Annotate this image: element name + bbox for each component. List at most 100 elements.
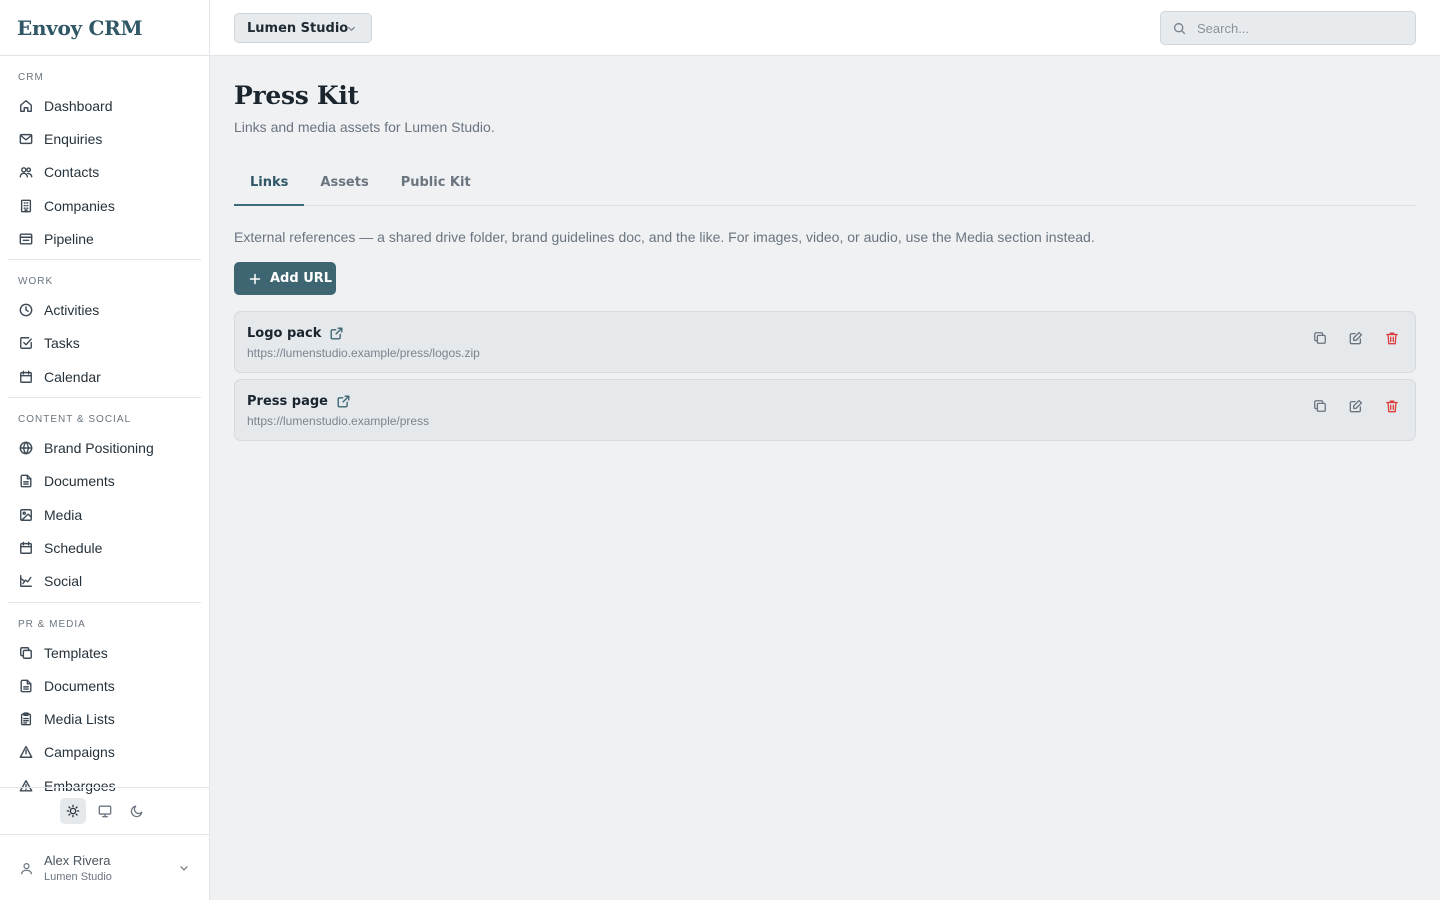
plus-icon — [249, 273, 261, 284]
link-title: Press page — [247, 394, 328, 409]
search-input[interactable] — [1197, 12, 1407, 44]
add-url-button[interactable]: Add URL — [234, 262, 336, 295]
link-url: https://lumenstudio.example/press — [247, 414, 430, 428]
copy-icon[interactable] — [1311, 329, 1329, 347]
add-url-label: Add URL — [270, 271, 333, 286]
sidebar-item-pr-documents[interactable]: Documents — [8, 669, 201, 702]
link-item-press-page: Press page https://lumenstudio.example/p… — [234, 379, 1416, 441]
sidebar-item-label: Pipeline — [44, 230, 94, 247]
nav-section-pr-media: PR & MEDIA Templates Documents Media Lis… — [8, 603, 201, 806]
sidebar-item-media-lists[interactable]: Media Lists — [8, 702, 201, 735]
sidebar-item-label: Documents — [44, 473, 115, 490]
sidebar-item-templates[interactable]: Templates — [8, 636, 201, 669]
sidebar-item-social[interactable]: Social — [8, 565, 201, 598]
sidebar-item-label: Contacts — [44, 164, 100, 181]
copy-icon[interactable] — [1311, 397, 1329, 415]
calendar-icon — [20, 541, 32, 554]
user-menu[interactable]: Alex Rivera Lumen Studio — [0, 836, 209, 900]
sidebar-item-calendar[interactable]: Calendar — [8, 360, 201, 393]
document-icon — [20, 679, 32, 693]
sidebar-item-label: Activities — [44, 302, 100, 319]
section-title: PR & MEDIA — [18, 618, 86, 630]
edit-icon[interactable] — [1347, 397, 1365, 415]
user-icon — [21, 862, 32, 874]
chart-icon — [20, 575, 32, 588]
sidebar-item-enquiries[interactable]: Enquiries — [8, 122, 201, 155]
sidebar-item-label: Documents — [44, 677, 115, 694]
link-url: https://lumenstudio.example/press/logos.… — [247, 346, 480, 360]
sidebar-item-label: Schedule — [44, 539, 103, 556]
sidebar: Envoy CRM CRM Dashboard Enquiries Contac… — [0, 0, 210, 900]
section-title: CONTENT & SOCIAL — [18, 414, 132, 426]
link-actions — [1311, 329, 1401, 347]
workspace-name: Lumen Studio — [247, 20, 349, 36]
sidebar-item-label: Social — [44, 573, 83, 590]
brand-logo[interactable]: Envoy CRM — [0, 0, 209, 56]
links-description: External references — a shared drive fol… — [234, 229, 1095, 245]
users-icon — [19, 167, 33, 178]
user-name: Alex Rivera — [44, 853, 111, 868]
sidebar-item-brand-positioning[interactable]: Brand Positioning — [8, 431, 201, 464]
link-title: Logo pack — [247, 326, 322, 341]
external-link-icon[interactable] — [330, 327, 343, 340]
tab-assets[interactable]: Assets — [304, 168, 384, 206]
trash-icon[interactable] — [1383, 397, 1401, 415]
external-link-icon[interactable] — [337, 395, 350, 408]
tab-links[interactable]: Links — [234, 168, 305, 206]
triangle-icon — [19, 746, 33, 759]
tab-bar: Links Assets Public Kit — [234, 168, 1416, 206]
theme-switcher — [0, 787, 209, 835]
building-icon — [20, 199, 32, 212]
link-actions — [1311, 397, 1401, 415]
sidebar-item-contacts[interactable]: Contacts — [8, 156, 201, 189]
sidebar-item-label: Companies — [44, 197, 115, 214]
sidebar-item-campaigns[interactable]: Campaigns — [8, 736, 201, 769]
sidebar-item-label: Brand Positioning — [44, 440, 154, 457]
document-icon — [20, 474, 32, 488]
nav-section-crm: CRM Dashboard Enquiries Contacts Compani… — [8, 56, 201, 261]
search-icon — [1173, 22, 1186, 35]
sidebar-item-companies[interactable]: Companies — [8, 189, 201, 222]
nav-section-content-social: CONTENT & SOCIAL Brand Positioning Docum… — [8, 398, 201, 603]
sidebar-item-label: Tasks — [44, 335, 80, 352]
globe-icon — [19, 441, 33, 455]
brand-name: Envoy CRM — [17, 15, 143, 40]
tab-public-kit[interactable]: Public Kit — [385, 168, 487, 206]
theme-light-button[interactable] — [59, 798, 86, 824]
edit-icon[interactable] — [1347, 329, 1365, 347]
page-subtitle: Links and media assets for Lumen Studio. — [234, 119, 495, 135]
theme-dark-button[interactable] — [124, 798, 150, 824]
page-title: Press Kit — [234, 81, 359, 110]
trash-icon[interactable] — [1383, 329, 1401, 347]
monitor-icon — [98, 805, 111, 818]
clock-icon — [19, 303, 33, 317]
chevron-down-icon — [348, 26, 355, 31]
user-meta: Alex Rivera Lumen Studio — [44, 853, 112, 883]
search-box — [1160, 11, 1416, 45]
mail-icon — [19, 133, 33, 145]
sidebar-item-label: Dashboard — [44, 97, 113, 114]
nav-section-work: WORK Activities Tasks Calendar — [8, 260, 201, 399]
sidebar-item-media[interactable]: Media — [8, 498, 201, 531]
sidebar-item-label: Enquiries — [44, 130, 103, 147]
chevron-down-icon — [180, 866, 188, 871]
sidebar-item-dashboard[interactable]: Dashboard — [8, 89, 201, 122]
sidebar-item-label: Campaigns — [44, 744, 115, 761]
section-title: CRM — [18, 72, 44, 83]
sidebar-item-pipeline[interactable]: Pipeline — [8, 222, 201, 255]
theme-system-button[interactable] — [92, 798, 118, 824]
image-icon — [20, 508, 32, 521]
home-icon — [20, 99, 32, 112]
sidebar-item-documents[interactable]: Documents — [8, 465, 201, 498]
workspace-switcher[interactable]: Lumen Studio — [234, 13, 372, 43]
clipboard-icon — [20, 712, 32, 726]
topbar: Lumen Studio — [210, 0, 1440, 56]
sidebar-item-label: Calendar — [44, 368, 101, 385]
sidebar-item-label: Media Lists — [44, 711, 115, 728]
main-content: Press Kit Links and media assets for Lum… — [234, 56, 1416, 441]
link-item-logo-pack: Logo pack https://lumenstudio.example/pr… — [234, 311, 1416, 373]
sidebar-item-activities[interactable]: Activities — [8, 293, 201, 326]
sidebar-item-tasks[interactable]: Tasks — [8, 327, 201, 360]
sidebar-nav: CRM Dashboard Enquiries Contacts Compani… — [0, 56, 209, 806]
sidebar-item-schedule[interactable]: Schedule — [8, 531, 201, 564]
